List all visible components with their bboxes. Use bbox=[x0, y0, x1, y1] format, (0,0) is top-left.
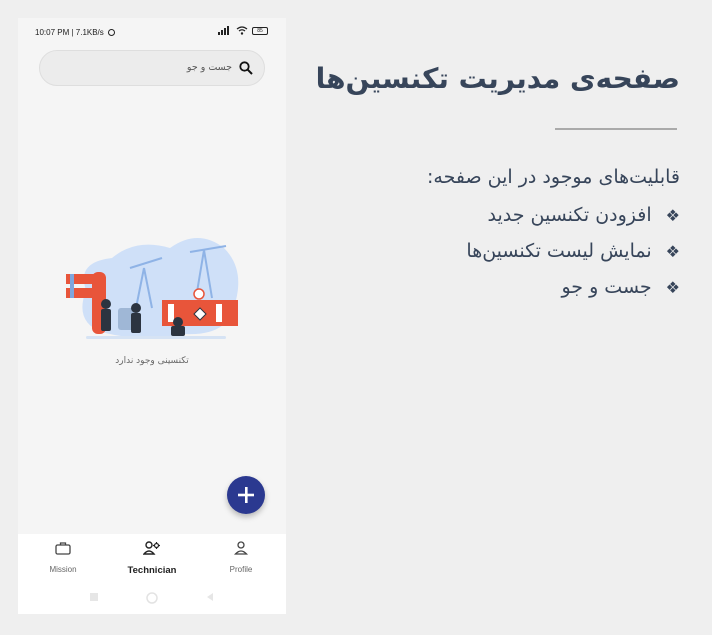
search-placeholder: جست و جو bbox=[186, 62, 232, 73]
feature-item: ❖جست و جو bbox=[561, 276, 680, 298]
gear-icon bbox=[108, 29, 116, 36]
briefcase-icon bbox=[55, 542, 71, 555]
status-icons: 85 bbox=[218, 26, 268, 35]
plus-icon bbox=[238, 487, 254, 503]
status-time: 10:07 PM | 7.1KB/s bbox=[35, 28, 116, 37]
nav-label-profile: Profile bbox=[229, 565, 253, 574]
slide-title: صفحه‌ی مدیریت تکنسین‌ها bbox=[315, 62, 680, 95]
diamond-bullet-icon: ❖ bbox=[665, 206, 680, 225]
search-input[interactable]: جست و جو bbox=[39, 50, 265, 86]
feature-item: ❖نمایش لیست تکنسین‌ها bbox=[466, 240, 680, 262]
add-technician-button[interactable] bbox=[227, 476, 265, 514]
back-icon[interactable] bbox=[205, 592, 215, 602]
technician-icon bbox=[142, 541, 160, 555]
home-icon[interactable] bbox=[146, 592, 158, 604]
feature-item: ❖افزودن تکنسین جدید bbox=[487, 204, 681, 226]
nav-item-profile[interactable]: Profile bbox=[201, 540, 281, 574]
phone-screen: 10:07 PM | 7.1KB/s 85 جست و جو تکنسینی و… bbox=[18, 18, 286, 614]
nav-item-mission[interactable]: Mission bbox=[23, 540, 103, 574]
feature-list: ❖افزودن تکنسین جدید ❖نمایش لیست تکنسین‌ه… bbox=[466, 203, 680, 311]
nav-label-technician: Technician bbox=[127, 565, 177, 576]
recent-apps-icon[interactable] bbox=[89, 592, 99, 602]
bottom-navigation: Mission Technician Profile bbox=[18, 534, 286, 614]
battery-icon: 85 bbox=[252, 26, 268, 35]
title-divider bbox=[555, 128, 677, 130]
system-navigation-bar bbox=[18, 592, 286, 606]
nav-label-mission: Mission bbox=[49, 565, 77, 574]
empty-state-message: تکنسینی وجود ندارد bbox=[115, 356, 189, 366]
diamond-bullet-icon: ❖ bbox=[665, 242, 680, 261]
empty-state-illustration bbox=[66, 238, 239, 339]
diamond-bullet-icon: ❖ bbox=[665, 278, 680, 297]
nav-item-technician[interactable]: Technician bbox=[112, 540, 192, 576]
features-heading: قابلیت‌های موجود در این صفحه: bbox=[427, 166, 680, 188]
status-bar: 10:07 PM | 7.1KB/s 85 bbox=[18, 18, 286, 46]
wifi-icon bbox=[236, 26, 248, 35]
search-icon[interactable] bbox=[239, 61, 253, 75]
person-icon bbox=[234, 541, 248, 555]
signal-icon bbox=[218, 26, 229, 35]
